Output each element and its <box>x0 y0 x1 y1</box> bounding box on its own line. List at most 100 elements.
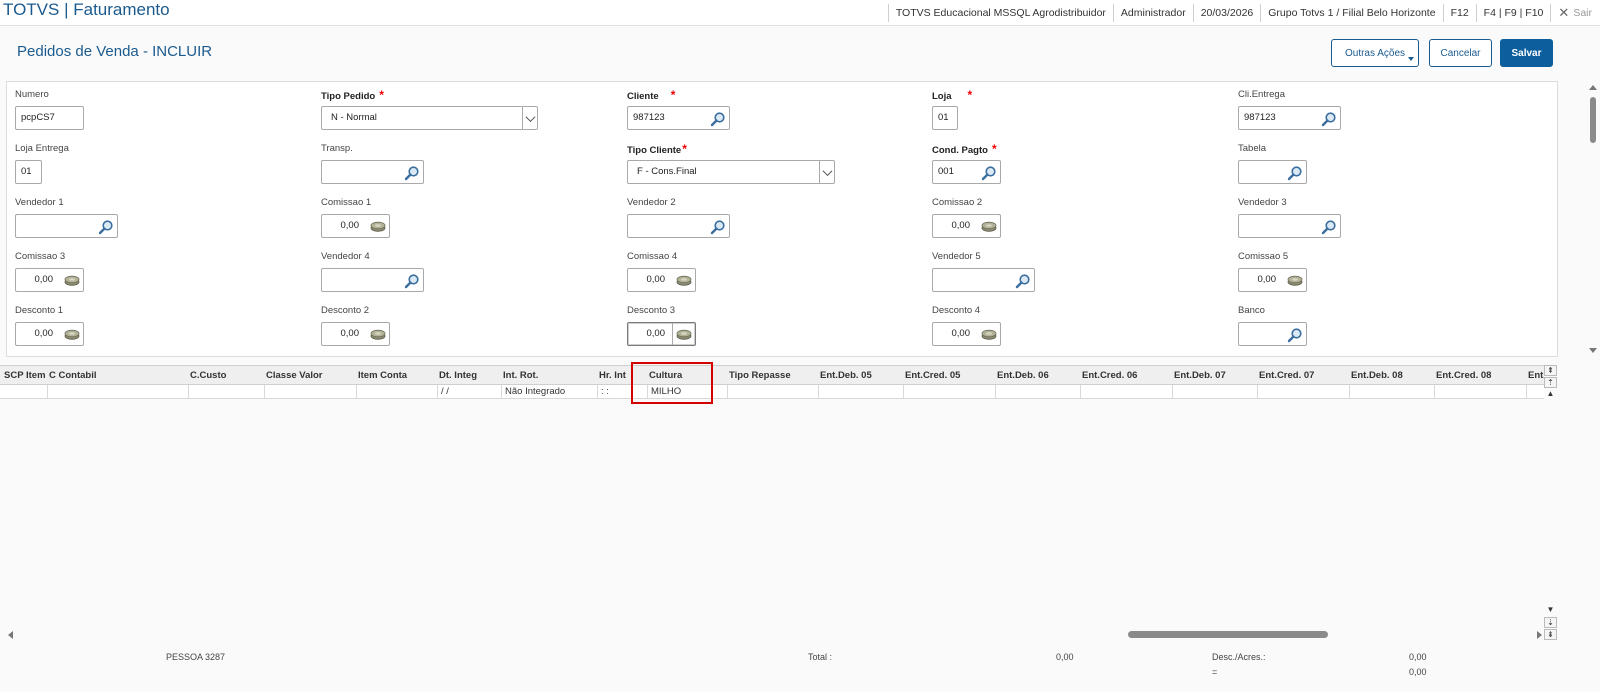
column-header[interactable]: Int. Rot. <box>503 366 538 386</box>
comissao4-input[interactable]: 0,00 <box>627 268 696 292</box>
column-header[interactable]: Ent.Deb. 05 <box>820 366 872 386</box>
coins-icon[interactable] <box>981 220 997 232</box>
comissao5-input[interactable]: 0,00 <box>1238 268 1307 292</box>
table-cell[interactable] <box>995 385 1080 399</box>
form-scrollbar[interactable] <box>1588 83 1598 355</box>
column-header[interactable]: Ent.Cred. 07 <box>1259 366 1314 386</box>
column-header[interactable]: Dt. Integ <box>439 366 477 386</box>
search-icon[interactable] <box>981 165 997 181</box>
tipo-pedido-select[interactable]: N - Normal <box>321 106 538 130</box>
column-header[interactable]: Item Conta <box>358 366 407 386</box>
column-header[interactable]: C Contabil <box>49 366 97 386</box>
desconto1-input[interactable]: 0,00 <box>15 322 84 346</box>
column-header[interactable]: Classe Valor <box>266 366 323 386</box>
desconto4-input[interactable]: 0,00 <box>932 322 1001 346</box>
column-header[interactable]: Ent.Cred. 08 <box>1436 366 1491 386</box>
scroll-down-icon[interactable]: ▼ <box>1544 605 1557 616</box>
column-header[interactable]: Ent.Deb. 0 <box>1528 366 1544 386</box>
table-cell[interactable] <box>47 385 188 399</box>
other-actions-button[interactable]: Outras Ações <box>1331 39 1419 67</box>
branch-label[interactable]: Grupo Totvs 1 / Filial Belo Horizonte <box>1260 4 1442 22</box>
column-header[interactable]: Ent.Deb. 06 <box>997 366 1049 386</box>
shortcut-keys[interactable]: F4 | F9 | F10 <box>1475 4 1551 22</box>
table-cell[interactable] <box>188 385 264 399</box>
search-icon[interactable] <box>98 219 114 235</box>
banco-input[interactable] <box>1238 322 1307 346</box>
scroll-right-icon[interactable] <box>1537 631 1542 639</box>
loja-entrega-input[interactable]: 01 <box>15 160 42 184</box>
date-label[interactable]: 20/03/2026 <box>1192 4 1261 22</box>
move-bottom-icon[interactable]: ⇟ <box>1544 629 1557 640</box>
search-icon[interactable] <box>1287 327 1303 343</box>
coins-icon[interactable] <box>370 220 386 232</box>
search-icon[interactable] <box>1321 219 1337 235</box>
chevron-down-icon[interactable] <box>819 161 834 183</box>
cancel-button[interactable]: Cancelar <box>1429 39 1492 67</box>
search-icon[interactable] <box>1015 273 1031 289</box>
table-cell[interactable]: / / <box>437 385 501 399</box>
search-icon[interactable] <box>404 273 420 289</box>
table-row[interactable]: / / Não Integrado : : MILHO <box>0 385 1544 399</box>
table-cell[interactable] <box>1349 385 1434 399</box>
column-header[interactable]: Ent.Deb. 08 <box>1351 366 1403 386</box>
search-icon[interactable] <box>404 165 420 181</box>
coins-icon[interactable] <box>676 274 692 286</box>
column-header[interactable]: Ent.Deb. 07 <box>1174 366 1226 386</box>
desconto3-input[interactable]: 0,00 <box>627 322 696 346</box>
vendedor4-input[interactable] <box>321 268 424 292</box>
column-header[interactable]: C.Custo <box>190 366 226 386</box>
scroll-down-icon[interactable] <box>1589 348 1597 353</box>
table-cell[interactable] <box>356 385 437 399</box>
shortcut-f12[interactable]: F12 <box>1442 4 1476 22</box>
move-top-icon[interactable]: ⇞ <box>1544 365 1557 376</box>
column-header[interactable]: Ent.Cred. 06 <box>1082 366 1137 386</box>
vendedor5-input[interactable] <box>932 268 1035 292</box>
vendedor1-input[interactable] <box>15 214 118 238</box>
vendedor2-input[interactable] <box>627 214 730 238</box>
cliente-input[interactable]: 987123 <box>627 106 730 130</box>
table-cell[interactable] <box>1434 385 1526 399</box>
comissao3-input[interactable]: 0,00 <box>15 268 84 292</box>
transp-input[interactable] <box>321 160 424 184</box>
scroll-up-icon[interactable] <box>1589 85 1597 90</box>
cli-entrega-input[interactable]: 987123 <box>1238 106 1341 130</box>
grid-horizontal-scrollbar[interactable] <box>6 628 1544 642</box>
search-icon[interactable] <box>710 219 726 235</box>
table-cell[interactable] <box>818 385 903 399</box>
cond-pagto-input[interactable]: 001 <box>932 160 1001 184</box>
numero-input[interactable]: pcpCS7 <box>15 106 84 130</box>
exit-button[interactable]: ✕ Sair <box>1550 4 1600 22</box>
column-header[interactable]: SCP Item <box>4 366 46 386</box>
scrollbar-thumb[interactable] <box>1128 631 1328 638</box>
table-cell[interactable] <box>1257 385 1349 399</box>
table-cell[interactable] <box>0 385 47 399</box>
scrollbar-thumb[interactable] <box>1590 97 1596 143</box>
coins-icon[interactable] <box>64 328 80 340</box>
comissao1-input[interactable]: 0,00 <box>321 214 390 238</box>
table-cell[interactable] <box>1080 385 1172 399</box>
scroll-left-icon[interactable] <box>8 631 13 639</box>
chevron-down-icon[interactable] <box>522 107 537 129</box>
table-cell[interactable] <box>1526 385 1544 399</box>
comissao2-input[interactable]: 0,00 <box>932 214 1001 238</box>
column-header[interactable]: Ent.Cred. 05 <box>905 366 960 386</box>
column-header[interactable]: Tipo Repasse <box>729 366 791 386</box>
table-cell[interactable] <box>727 385 818 399</box>
column-header[interactable]: Hr. Int <box>599 366 626 386</box>
save-button[interactable]: Salvar <box>1500 39 1553 67</box>
table-cell[interactable]: Não Integrado <box>501 385 597 399</box>
table-cell[interactable] <box>903 385 995 399</box>
table-cell[interactable] <box>1172 385 1257 399</box>
loja-input[interactable]: 01 <box>932 106 958 130</box>
vendedor3-input[interactable] <box>1238 214 1341 238</box>
coins-icon[interactable] <box>64 274 80 286</box>
search-icon[interactable] <box>1321 111 1337 127</box>
coins-icon[interactable] <box>981 328 997 340</box>
table-cell[interactable] <box>264 385 356 399</box>
coins-icon[interactable] <box>370 328 386 340</box>
search-icon[interactable] <box>1287 165 1303 181</box>
search-icon[interactable] <box>710 111 726 127</box>
environment-label[interactable]: TOTVS Educacional MSSQL Agrodistribuidor <box>887 4 1113 22</box>
tabela-input[interactable] <box>1238 160 1307 184</box>
tipo-cliente-select[interactable]: F - Cons.Final <box>627 160 835 184</box>
